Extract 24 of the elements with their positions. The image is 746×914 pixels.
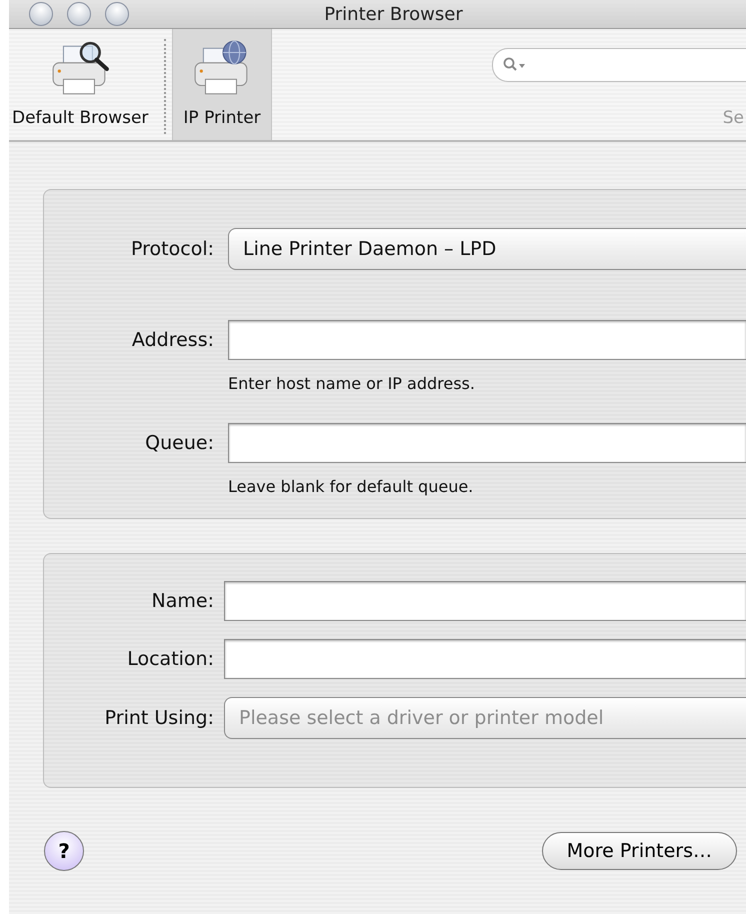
field-hint: Enter host name or IP address.	[228, 374, 475, 393]
input-field[interactable]	[228, 320, 746, 360]
toolbar-tab[interactable]: IP Printer	[172, 29, 272, 140]
search-field[interactable]	[492, 48, 746, 82]
input-field[interactable]	[228, 423, 746, 463]
search-icon	[502, 57, 527, 73]
search-label: Se	[722, 108, 744, 128]
print-using-label: Print Using:	[104, 707, 214, 729]
field-label: Location:	[126, 648, 214, 670]
protocol-label: Protocol:	[130, 238, 214, 260]
close-button[interactable]	[29, 2, 53, 26]
zoom-button[interactable]	[105, 2, 129, 26]
field-label: Address:	[130, 329, 214, 351]
protocol-popup[interactable]: Line Printer Daemon – LPD	[228, 228, 746, 270]
field-label: Queue:	[144, 432, 214, 454]
window-title: Printer Browser	[323, 4, 464, 24]
field-hint: Leave blank for default queue.	[228, 477, 474, 496]
input-field[interactable]	[224, 639, 746, 679]
field-label: Name:	[150, 590, 214, 612]
input-field[interactable]	[224, 581, 746, 621]
more-printers-button[interactable]: More Printers…	[542, 832, 737, 870]
toolbar-tab[interactable]: Default Browser	[9, 29, 158, 140]
minimize-button[interactable]	[67, 2, 91, 26]
help-button[interactable]: ?	[44, 831, 84, 871]
